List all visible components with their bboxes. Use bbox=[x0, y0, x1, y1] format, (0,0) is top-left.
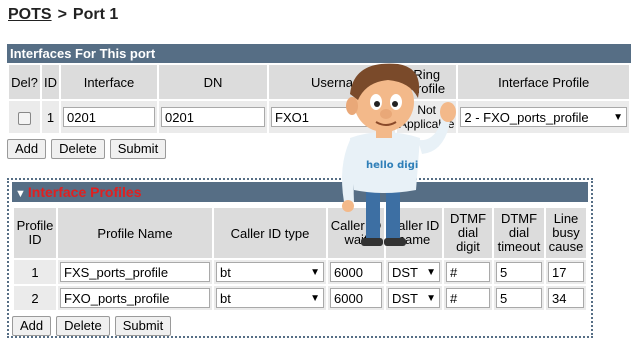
dn-cell bbox=[157, 99, 269, 135]
caller-type-cell: bt ▼ bbox=[212, 258, 328, 286]
delete-cell bbox=[7, 99, 42, 135]
add-button[interactable]: Add bbox=[7, 139, 47, 159]
dtmf-dial-timeout-input[interactable] bbox=[496, 262, 542, 282]
caller-id-type-value: bt bbox=[220, 264, 231, 280]
delete-button[interactable]: Delete bbox=[51, 139, 105, 159]
profile-name-input[interactable] bbox=[60, 262, 210, 282]
profile-name-input[interactable] bbox=[60, 288, 210, 308]
col-interface: Interface bbox=[59, 63, 159, 101]
interfaces-buttons: Add Delete Submit bbox=[7, 139, 631, 159]
mascot-illustration: hello digi bbox=[342, 63, 456, 246]
col-id: ID bbox=[40, 63, 61, 101]
caller-id-name-select[interactable]: DST ▼ bbox=[388, 288, 440, 308]
row-id: 1 bbox=[40, 99, 61, 135]
col-caller-id-type: Caller ID type bbox=[212, 206, 328, 260]
caller-id-name-value: DST bbox=[392, 264, 418, 280]
caller-id-type-value: bt bbox=[220, 290, 231, 306]
dtmf-dial-digit-input[interactable] bbox=[446, 262, 490, 282]
interface-profiles-header[interactable]: ▼ Interface Profiles bbox=[12, 182, 588, 202]
line-busy-cause-input[interactable] bbox=[548, 262, 584, 282]
interface-input[interactable] bbox=[63, 107, 155, 127]
col-dtmf-dial-timeout: DTMF dial timeout bbox=[492, 206, 546, 260]
profile-id: 2 bbox=[12, 284, 58, 312]
col-profile-name: Profile Name bbox=[56, 206, 214, 260]
profiles-buttons: Add Delete Submit bbox=[12, 316, 588, 336]
dropdown-arrow-icon: ▼ bbox=[310, 266, 320, 278]
profiles-table: Profile ID Profile Name Caller ID type C… bbox=[12, 206, 588, 312]
interface-cell bbox=[59, 99, 159, 135]
caller-type-cell: bt ▼ bbox=[212, 284, 328, 312]
submit-profile-button[interactable]: Submit bbox=[114, 316, 172, 336]
caller-wait-cell bbox=[326, 258, 386, 286]
profile-id: 1 bbox=[12, 258, 58, 286]
interface-profiles-section: ▼ Interface Profiles Profile ID Profile N… bbox=[7, 178, 593, 338]
caller-id-type-select[interactable]: bt ▼ bbox=[216, 288, 324, 308]
interfaces-header: Interfaces For This port bbox=[7, 44, 631, 63]
col-interface-profile: Interface Profile bbox=[456, 63, 631, 101]
col-profile-id: Profile ID bbox=[12, 206, 58, 260]
dn-input[interactable] bbox=[161, 107, 265, 127]
dropdown-arrow-icon: ▼ bbox=[426, 292, 436, 304]
interface-profile-cell: 2 - FXO_ports_profile ▼ bbox=[456, 99, 631, 135]
caller-name-cell: DST ▼ bbox=[384, 284, 444, 312]
caller-id-name-select[interactable]: DST ▼ bbox=[388, 262, 440, 282]
interfaces-table: Del? ID Interface DN Userna Ring Profile… bbox=[7, 63, 631, 135]
table-row: 1 Not Applicable 2 - FXO_ports_profile▼ bbox=[7, 99, 631, 135]
interface-profiles-title: Interface Profiles bbox=[27, 184, 142, 200]
interface-profile-select[interactable]: 2 - FXO_ports_profile ▼ bbox=[460, 107, 627, 127]
col-dn: DN bbox=[157, 63, 269, 101]
breadcrumb-separator: > bbox=[57, 6, 67, 23]
col-del: Del? bbox=[7, 63, 42, 101]
line-busy-cell bbox=[544, 258, 588, 286]
table-row: 1 bt ▼ DST ▼ bbox=[12, 258, 588, 286]
dropdown-arrow-icon: ▼ bbox=[426, 266, 436, 278]
col-line-busy-cause: Line busy cause bbox=[544, 206, 588, 260]
profile-name-cell bbox=[56, 284, 214, 312]
line-busy-cause-input[interactable] bbox=[548, 288, 584, 308]
dropdown-arrow-icon: ▼ bbox=[613, 111, 623, 123]
caller-id-wait-input[interactable] bbox=[330, 262, 382, 282]
add-profile-button[interactable]: Add bbox=[12, 316, 52, 336]
profile-name-cell bbox=[56, 258, 214, 286]
dtmf-dial-timeout-input[interactable] bbox=[496, 288, 542, 308]
interfaces-section: Interfaces For This port Del? ID Interfa… bbox=[7, 44, 631, 159]
caller-name-cell: DST ▼ bbox=[384, 258, 444, 286]
breadcrumb: POTS > Port 1 bbox=[8, 6, 118, 24]
dropdown-arrow-icon: ▼ bbox=[310, 292, 320, 304]
interface-profile-value: 2 - FXO_ports_profile bbox=[464, 109, 589, 125]
breadcrumb-current: Port 1 bbox=[72, 6, 119, 23]
dtmf-digit-cell bbox=[442, 258, 494, 286]
breadcrumb-pots-link[interactable]: POTS bbox=[8, 6, 52, 23]
collapse-triangle-icon[interactable]: ▼ bbox=[15, 188, 26, 200]
line-busy-cell bbox=[544, 284, 588, 312]
caller-id-name-value: DST bbox=[392, 290, 418, 306]
delete-checkbox[interactable] bbox=[18, 111, 31, 125]
dtmf-dial-digit-input[interactable] bbox=[446, 288, 490, 308]
dtmf-digit-cell bbox=[442, 284, 494, 312]
submit-button[interactable]: Submit bbox=[109, 139, 167, 159]
mascot-shirt-text: hello digi bbox=[366, 160, 418, 171]
caller-wait-cell bbox=[326, 284, 386, 312]
caller-id-type-select[interactable]: bt ▼ bbox=[216, 262, 324, 282]
dtmf-timeout-cell bbox=[492, 258, 546, 286]
dtmf-timeout-cell bbox=[492, 284, 546, 312]
caller-id-wait-input[interactable] bbox=[330, 288, 382, 308]
table-row: 2 bt ▼ DST ▼ bbox=[12, 284, 588, 312]
delete-profile-button[interactable]: Delete bbox=[56, 316, 110, 336]
